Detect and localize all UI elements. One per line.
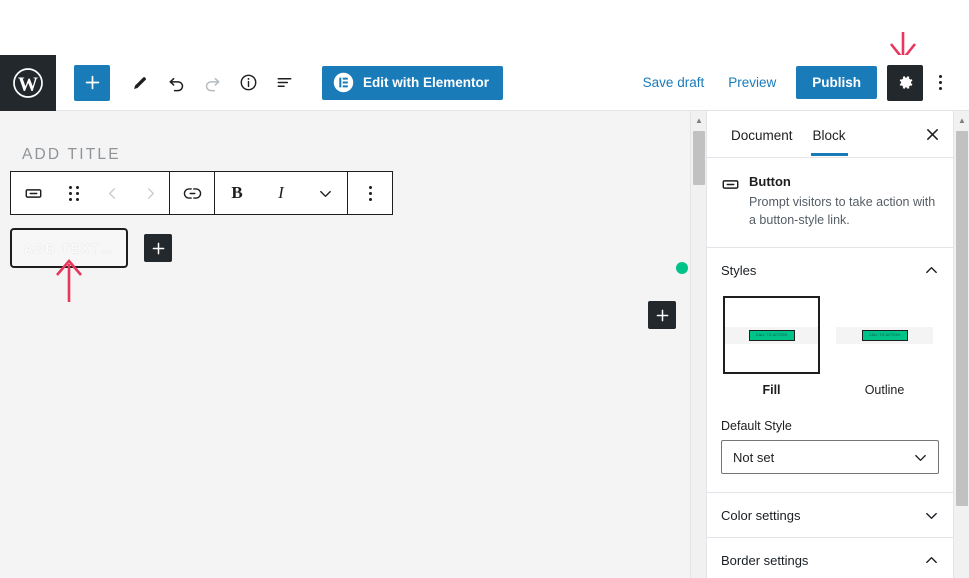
chevron-up-icon [924, 553, 939, 568]
block-options-group [348, 172, 392, 214]
panel-styles-header[interactable]: Styles [707, 248, 953, 292]
style-preview-button: CALL TO ACTION [861, 329, 908, 341]
top-bar-left-tools: Edit with Elementor [56, 64, 504, 101]
default-style-select[interactable]: Not set [721, 440, 939, 475]
block-card-title: Button [749, 174, 791, 189]
editor-top-bar: W Edit with Elementor Save draft Preview… [0, 54, 969, 111]
post-title-placeholder[interactable]: ADD TITLE [22, 146, 121, 164]
button-block-icon [24, 184, 43, 203]
block-type-button[interactable] [11, 172, 55, 214]
sidebar-tab-bar: Document Block [707, 111, 953, 158]
settings-gear-button[interactable] [887, 64, 923, 101]
redo-button[interactable] [194, 65, 230, 101]
more-options-button[interactable] [923, 65, 957, 101]
gear-icon [896, 73, 915, 92]
panel-styles: Styles CALL TO ACTION Fill CALL TO ACTIO… [707, 248, 953, 494]
move-right-button[interactable] [131, 172, 169, 214]
style-preview-button: CALL TO ACTION [748, 329, 795, 341]
saved-indicator-dot [676, 262, 688, 274]
button-block[interactable]: ADD TEXT… [10, 228, 128, 268]
style-option-fill[interactable]: CALL TO ACTION Fill [723, 296, 820, 397]
wordpress-block-editor: W Edit with Elementor Save draft Preview… [0, 0, 969, 578]
text-format-group: B I [215, 172, 347, 214]
editor-canvas[interactable]: ADD TITLE B I ADD TEXT… [0, 111, 690, 578]
canvas-scrollbar[interactable]: ▲ [690, 111, 706, 578]
insert-link-button[interactable] [170, 172, 214, 214]
content-info-button[interactable] [230, 65, 266, 101]
drag-handle-icon [69, 185, 79, 201]
inline-block-inserter-button[interactable] [144, 234, 172, 262]
tab-document[interactable]: Document [721, 113, 803, 156]
style-preview-strip: CALL TO ACTION [725, 326, 818, 344]
panel-color-settings-title: Color settings [721, 508, 801, 524]
publish-button[interactable]: Publish [796, 66, 877, 99]
canvas-scrollbar-thumb[interactable] [693, 131, 705, 185]
block-toolbar: B I [10, 171, 393, 215]
style-preview-strip: CALL TO ACTION [836, 326, 933, 344]
chevron-down-icon [913, 450, 928, 465]
button-block-icon [721, 174, 740, 229]
chevron-right-icon [143, 186, 158, 201]
panel-color-settings: Color settings [707, 493, 953, 539]
edit-mode-button[interactable] [122, 65, 158, 101]
wordpress-logo-icon[interactable]: W [0, 54, 56, 111]
panel-styles-body: CALL TO ACTION Fill CALL TO ACTION Outli… [707, 292, 953, 492]
add-block-button[interactable] [74, 64, 110, 101]
undo-button[interactable] [158, 65, 194, 101]
default-style-value: Not set [733, 449, 775, 465]
panel-color-settings-header[interactable]: Color settings [707, 493, 953, 537]
edit-with-elementor-button[interactable]: Edit with Elementor [322, 65, 504, 100]
scroll-up-arrow-icon[interactable]: ▲ [954, 111, 969, 129]
sidebar-scrollbar-thumb[interactable] [956, 131, 968, 506]
canvas-block-inserter-button[interactable] [648, 301, 676, 329]
block-info-card: Button Prompt visitors to take action wi… [707, 158, 953, 249]
block-navigation-button[interactable] [266, 65, 302, 101]
style-option-outline[interactable]: CALL TO ACTION Outline [836, 296, 933, 397]
chevron-down-icon [924, 508, 939, 523]
elementor-logo-icon [333, 72, 354, 93]
move-left-button[interactable] [93, 172, 131, 214]
chevron-left-icon [105, 186, 120, 201]
default-style-label: Default Style [721, 419, 792, 434]
panel-border-settings: Border settings [707, 538, 953, 578]
chevron-down-icon [318, 186, 333, 201]
close-icon [925, 127, 940, 142]
style-option-outline-label: Outline [864, 383, 905, 398]
sidebar-scrollbar[interactable]: ▲ [953, 111, 969, 578]
panel-border-settings-header[interactable]: Border settings [707, 538, 953, 578]
link-icon [183, 184, 202, 203]
block-card-description: Prompt visitors to take action with a bu… [749, 195, 936, 228]
link-group [170, 172, 214, 214]
close-sidebar-button[interactable] [915, 117, 949, 151]
chevron-up-icon [924, 263, 939, 278]
more-rich-text-button[interactable] [303, 172, 347, 214]
tab-block[interactable]: Block [803, 113, 856, 156]
bold-button[interactable]: B [215, 172, 259, 214]
more-vertical-icon [368, 185, 372, 201]
save-draft-button[interactable]: Save draft [631, 69, 717, 96]
plus-icon [151, 241, 166, 256]
settings-sidebar: Document Block Button Prompt visitors to… [706, 111, 953, 578]
top-bar-right-tools: Save draft Preview Publish [631, 64, 969, 101]
block-options-button[interactable] [348, 172, 392, 214]
svg-text:W: W [18, 73, 38, 95]
block-mover-group [11, 172, 169, 214]
style-preview-fill: CALL TO ACTION [723, 296, 820, 375]
preview-button[interactable]: Preview [716, 69, 788, 96]
button-text-placeholder: ADD TEXT… [23, 240, 115, 256]
more-vertical-icon [938, 75, 942, 90]
drag-handle-button[interactable] [55, 172, 93, 214]
scroll-up-arrow-icon[interactable]: ▲ [691, 111, 707, 129]
panel-styles-title: Styles [721, 263, 757, 279]
plus-icon [655, 308, 670, 323]
edit-with-elementor-label: Edit with Elementor [363, 75, 490, 90]
italic-button[interactable]: I [259, 172, 303, 214]
style-options-row: CALL TO ACTION Fill CALL TO ACTION Outli… [721, 292, 939, 397]
panel-border-settings-title: Border settings [721, 553, 809, 569]
style-preview-outline: CALL TO ACTION [836, 296, 933, 375]
style-option-fill-label: Fill [762, 383, 781, 398]
